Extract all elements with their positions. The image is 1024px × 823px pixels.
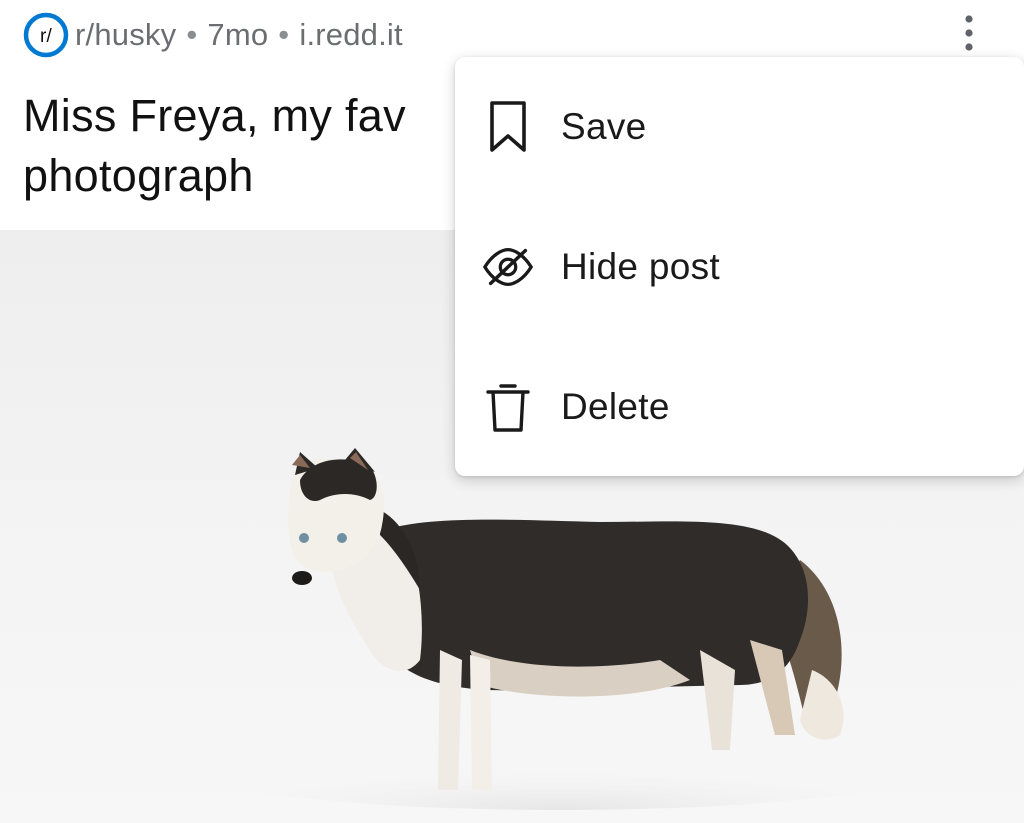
- eye-off-icon: [481, 240, 535, 294]
- subreddit-name[interactable]: r/husky: [75, 17, 176, 53]
- meta-separator: •: [186, 17, 198, 52]
- menu-item-delete[interactable]: Delete: [455, 337, 1024, 476]
- subreddit-icon-text: r/: [40, 26, 53, 47]
- post-age: 7mo: [207, 17, 269, 52]
- more-options-button[interactable]: [954, 12, 984, 56]
- menu-item-hide-post[interactable]: Hide post: [455, 197, 1024, 337]
- menu-item-label: Save: [561, 106, 647, 147]
- meta-separator: •: [278, 17, 290, 52]
- post-domain[interactable]: i.redd.it: [299, 17, 402, 53]
- menu-item-label: Delete: [561, 386, 670, 427]
- post-screen: r/ r/husky • 7mo • i.redd.it Miss Freya,…: [0, 0, 1024, 823]
- post-title-line-2: photograph: [23, 150, 254, 201]
- post-options-menu: Save Hide post Delete: [455, 57, 1024, 476]
- trash-icon: [481, 380, 535, 434]
- bookmark-icon: [481, 100, 535, 154]
- menu-item-save[interactable]: Save: [455, 57, 1024, 197]
- more-vertical-icon: [965, 15, 973, 51]
- subreddit-logo-icon[interactable]: r/: [23, 12, 69, 58]
- post-meta-row: r/ r/husky • 7mo • i.redd.it: [23, 12, 403, 58]
- menu-item-label: Hide post: [561, 246, 721, 287]
- post-title-line-1: Miss Freya, my fav: [23, 90, 406, 141]
